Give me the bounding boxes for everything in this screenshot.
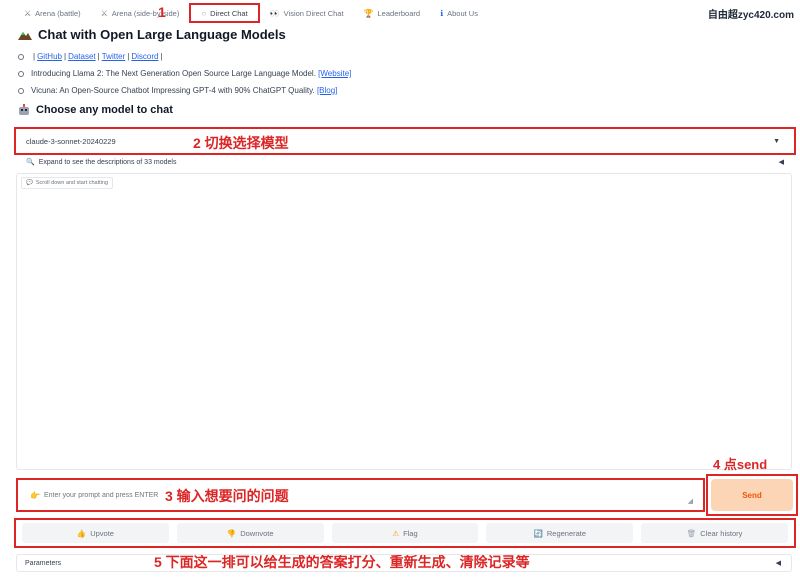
tab-bar: ⚔ Arena (battle) ⚔ Arena (side-by-side) …	[0, 0, 800, 26]
annotation-3: 3 输入想要问的问题	[165, 488, 289, 504]
watermark: 自由超zyc420.com	[707, 10, 794, 21]
discord-link[interactable]: Discord	[131, 52, 158, 61]
chat-bubble-icon: ○	[201, 8, 207, 18]
chatbot-label: 💬 Scroll down and start chatting	[21, 177, 114, 189]
tab-label: About Us	[447, 8, 478, 18]
prompt-container: 👉 ◢	[16, 478, 705, 512]
parameters-label: Parameters	[25, 559, 62, 567]
prompt-input[interactable]	[43, 491, 174, 499]
regenerate-label: Regenerate	[546, 528, 587, 538]
tab-leaderboard[interactable]: 🏆 Leaderboard	[354, 0, 431, 26]
clear-history-button[interactable]: 🗑 Clear history	[641, 523, 788, 543]
tab-vision-direct-chat[interactable]: 👀 Vision Direct Chat	[260, 0, 354, 26]
model-dropdown[interactable]: claude-3-sonnet-20240229 ▼	[14, 127, 796, 155]
expand-label: Expand to see the descriptions of 33 mod…	[38, 158, 177, 166]
blog-link[interactable]: [Blog]	[317, 86, 337, 95]
list-item: | GitHub | Dataset | Twitter | Discord |	[18, 48, 351, 65]
send-highlight: Send	[706, 474, 798, 516]
tab-about-us[interactable]: ℹ About Us	[430, 0, 488, 26]
trash-icon: 🗑	[686, 528, 697, 538]
downvote-label: Downvote	[240, 528, 274, 538]
info-icon: ℹ	[440, 8, 444, 18]
crossed-swords-icon: ⚔	[100, 8, 108, 18]
separator: |	[33, 52, 36, 61]
list-item: Vicuna: An Open-Source Chatbot Impressin…	[18, 82, 351, 99]
accordion-caret-icon: ◀	[775, 560, 781, 567]
tab-label: Leaderboard	[377, 8, 421, 18]
tab-label: Direct Chat	[210, 8, 248, 18]
annotation-4: 4 点send	[713, 457, 768, 472]
news-text: Vicuna: An Open-Source Chatbot Impressin…	[31, 86, 315, 95]
parameters-accordion[interactable]: Parameters ◀	[16, 554, 792, 572]
tab-direct-chat[interactable]: ○ Direct Chat	[189, 3, 260, 23]
warning-icon: ⚠	[392, 528, 400, 538]
choose-heading-text: Choose any model to chat	[36, 104, 173, 116]
thumbs-up-icon: 👍	[76, 528, 87, 538]
clear-label: Clear history	[700, 528, 743, 538]
tab-label: Arena (side-by-side)	[111, 8, 180, 18]
pointing-hand-icon: 👉	[30, 490, 40, 500]
downvote-button[interactable]: 👎 Downvote	[176, 523, 324, 543]
flag-label: Flag	[403, 528, 418, 538]
model-selected-value: claude-3-sonnet-20240229	[26, 136, 116, 146]
chatbot-label-text: Scroll down and start chatting	[35, 180, 109, 186]
chat-window: 💬 Scroll down and start chatting	[16, 173, 792, 470]
tab-label: Arena (battle)	[35, 8, 81, 18]
choose-model-heading: Choose any model to chat	[18, 104, 173, 116]
eyes-icon: 👀	[269, 8, 280, 18]
separator: |	[97, 52, 100, 61]
info-list: | GitHub | Dataset | Twitter | Discord |…	[18, 48, 351, 99]
dropdown-caret-icon: ▼	[773, 138, 780, 145]
website-link[interactable]: [Website]	[318, 69, 351, 78]
refresh-icon: 🔄	[533, 528, 543, 538]
robot-icon	[19, 104, 29, 115]
github-link[interactable]: GitHub	[37, 52, 62, 61]
separator: |	[127, 52, 130, 61]
tab-arena-battle[interactable]: ⚔ Arena (battle)	[14, 0, 91, 26]
flag-button[interactable]: ⚠ Flag	[331, 523, 479, 543]
upvote-button[interactable]: 👍 Upvote	[22, 523, 169, 543]
trophy-icon: 🏆	[363, 8, 374, 18]
mountain-icon	[18, 31, 32, 40]
resize-handle-icon[interactable]: ◢	[688, 497, 693, 505]
dataset-link[interactable]: Dataset	[68, 52, 96, 61]
regenerate-button[interactable]: 🔄 Regenerate	[486, 523, 634, 543]
upvote-label: Upvote	[90, 528, 114, 538]
magnifier-icon: 🔍	[26, 159, 35, 166]
tab-label: Vision Direct Chat	[283, 8, 344, 18]
thumbs-down-icon: 👎	[226, 528, 237, 538]
expand-caret-icon[interactable]: ◀	[779, 158, 784, 166]
separator: |	[63, 52, 67, 61]
separator: |	[160, 52, 163, 61]
annotation-2: 2 切换选择模型	[193, 135, 289, 151]
tab-arena-side-by-side[interactable]: ⚔ Arena (side-by-side)	[91, 0, 184, 26]
annotation-1: 1	[158, 4, 166, 20]
news-text: Introducing Llama 2: The Next Generation…	[31, 69, 316, 78]
page-title-text: Chat with Open Large Language Models	[38, 27, 286, 42]
action-bar: 👍 Upvote 👎 Downvote ⚠ Flag 🔄 Regenerate …	[14, 518, 796, 548]
list-item: Introducing Llama 2: The Next Generation…	[18, 65, 351, 82]
twitter-link[interactable]: Twitter	[102, 52, 126, 61]
model-descriptions-toggle[interactable]: 🔍 Expand to see the descriptions of 33 m…	[26, 158, 177, 167]
send-button[interactable]: Send	[711, 479, 793, 511]
page-title: Chat with Open Large Language Models	[18, 27, 286, 42]
chat-icon: 💬	[26, 180, 33, 186]
crossed-swords-icon: ⚔	[24, 8, 32, 18]
